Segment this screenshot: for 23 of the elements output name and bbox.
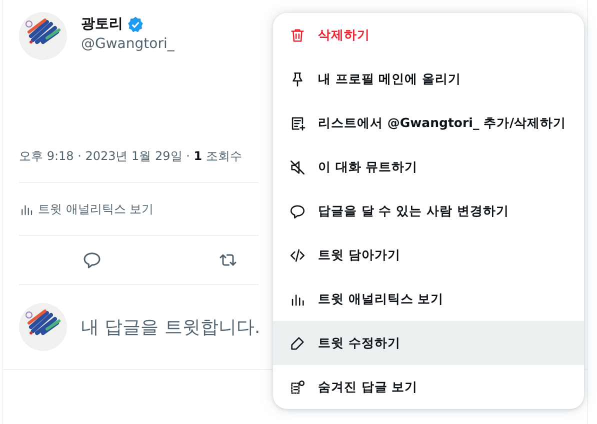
menu-item[interactable]: 삭제하기 xyxy=(273,13,584,57)
timestamp: 오후 9:18 · 2023년 1월 29일 · 1 조회수 xyxy=(19,148,243,165)
avatar-drawing xyxy=(19,12,67,60)
avatar-drawing xyxy=(19,303,67,351)
code-icon xyxy=(289,246,306,264)
pencil-icon xyxy=(289,334,306,352)
muted-speaker-icon xyxy=(289,158,306,176)
menu-item[interactable]: 리스트에서 @Gwangtori_ 추가/삭제하기 xyxy=(273,101,584,145)
trash-icon xyxy=(289,26,306,44)
speech-bubble-icon xyxy=(82,250,102,270)
menu-item[interactable]: 내 프로필 메인에 올리기 xyxy=(273,57,584,101)
menu-item[interactable]: 트윗 애널리틱스 보기 xyxy=(273,277,584,321)
menu-item[interactable]: 숨겨진 답글 보기 xyxy=(273,365,584,409)
list-add-icon xyxy=(289,114,306,132)
analytics-link[interactable]: 트윗 애널리틱스 보기 xyxy=(38,200,154,218)
hidden-replies-icon xyxy=(289,378,306,396)
author-handle[interactable]: @Gwangtori_ xyxy=(81,36,174,52)
menu-item[interactable]: 이 대화 뮤트하기 xyxy=(273,145,584,189)
speech-bubble-icon xyxy=(289,202,306,220)
menu-item[interactable]: 트윗 수정하기 xyxy=(273,321,584,365)
menu-item[interactable]: 답글을 달 수 있는 사람 변경하기 xyxy=(273,189,584,233)
author-name[interactable]: 광토리 xyxy=(81,15,123,33)
menu-item[interactable]: 트윗 담아가기 xyxy=(273,233,584,277)
